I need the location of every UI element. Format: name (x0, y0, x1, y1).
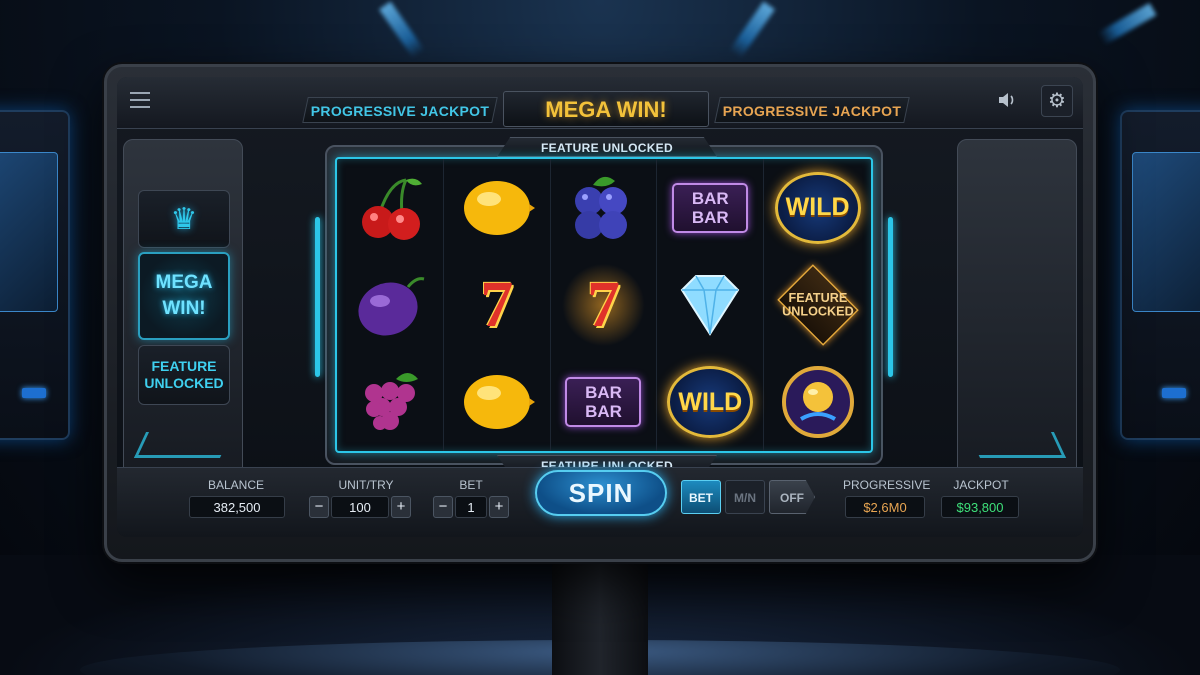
bar-symbol: BAR BAR (565, 377, 642, 428)
plum-icon (358, 277, 425, 336)
monitor-stand-neck (552, 560, 648, 675)
reel-cell: WILD (764, 159, 871, 256)
progressive-jackpot-banner-left: PROGRESSIVE JACKPOT (302, 97, 498, 123)
reel-cell: BAR BAR (657, 159, 765, 257)
jackpot-label: JACKPOT (953, 478, 1009, 492)
reel-cell: 7 (551, 256, 658, 354)
background-slot-machine (1120, 110, 1200, 440)
mega-win-title: MEGA WIN! (503, 91, 709, 127)
seven-symbol: 7 (480, 267, 514, 341)
background-screen (1132, 152, 1200, 312)
bet-label: BET (459, 478, 483, 492)
mega-win-indicator: MEGA WIN! (138, 252, 230, 340)
bet-value: 1 (455, 496, 487, 518)
reel-cell (551, 159, 658, 257)
panel-accent-stripe (133, 432, 233, 458)
bet-decrease-button[interactable]: − (433, 496, 453, 518)
wild-symbol: WILD (774, 171, 861, 244)
manual-toggle-button[interactable]: M/N (725, 480, 765, 514)
off-toggle-button[interactable]: OFF (769, 480, 815, 514)
wild-symbol: WILD (667, 366, 754, 439)
progressive-value: $2,6M0 (845, 496, 925, 518)
balance-value: 382,500 (189, 496, 285, 518)
top-bar: PROGRESSIVE JACKPOT MEGA WIN! PROGRESSIV… (117, 77, 1083, 129)
background-button (1162, 388, 1186, 398)
control-bar: BALANCE 382,500 UNIT/TRY − 100 + BET − 1… (117, 467, 1083, 537)
grapes-icon (364, 373, 418, 431)
bar-text: BAR (585, 402, 622, 422)
menu-icon (130, 92, 150, 94)
diamond-icon (681, 274, 740, 336)
background-screen (0, 152, 58, 312)
lemon-icon (463, 180, 535, 235)
ceiling-light (379, 1, 425, 59)
menu-button[interactable] (127, 87, 153, 113)
volume-button[interactable] (993, 89, 1021, 115)
reel-frame: FEATURE UNLOCKED BAR BAR WILD 7 7 FEATUR… (315, 137, 893, 475)
reel-light-rail-right (888, 217, 893, 377)
progressive-jackpot-banner-right: PROGRESSIVE JACKPOT (714, 97, 910, 123)
casino-scene: PROGRESSIVE JACKPOT MEGA WIN! PROGRESSIV… (0, 0, 1200, 675)
banner-text: PROGRESSIVE JACKPOT (310, 103, 489, 119)
jackpot-value: $93,800 (941, 496, 1019, 518)
unit-try-label: UNIT/TRY (338, 478, 394, 492)
spin-button[interactable]: SPIN (535, 470, 667, 516)
settings-button[interactable]: ⚙ (1041, 85, 1073, 117)
reel-cell (444, 353, 551, 451)
unit-try-value: 100 (331, 496, 389, 518)
gear-icon: ⚙ (1048, 90, 1066, 112)
unit-decrease-button[interactable]: − (309, 496, 329, 518)
reel-cell (764, 354, 871, 451)
bar-text: BAR (691, 188, 729, 208)
game-screen: PROGRESSIVE JACKPOT MEGA WIN! PROGRESSIV… (117, 77, 1083, 537)
cherries-icon (361, 178, 422, 240)
crown-icon: ♛ (170, 203, 198, 236)
left-side-panel: ♛ MEGA WIN! FEATURE UNLOCKED (123, 139, 243, 487)
reel-cell: BAR BAR (551, 353, 658, 451)
reel-cell: WILD (657, 353, 765, 451)
crown-badge: ♛ (138, 190, 230, 248)
menu-icon-line (130, 106, 150, 108)
bar-symbol: BAR BAR (672, 182, 749, 233)
menu-icon-line (130, 99, 150, 101)
background-slot-machine (0, 110, 70, 440)
golden-orb-icon (781, 366, 854, 439)
reel-cell: 7 (444, 256, 551, 354)
reel-cell (337, 159, 444, 257)
balance-label: BALANCE (207, 478, 265, 492)
reel-light-rail-left (315, 217, 320, 377)
feature-unlocked-indicator: FEATURE UNLOCKED (138, 345, 230, 405)
feature-symbol-text: FEATURE UNLOCKED (781, 290, 854, 319)
reel-cell (337, 256, 444, 354)
ceiling-light (729, 1, 775, 59)
reel-cell (337, 353, 444, 451)
lemon-icon (463, 375, 535, 430)
monitor: PROGRESSIVE JACKPOT MEGA WIN! PROGRESSIV… (104, 64, 1096, 562)
banner-text: PROGRESSIVE JACKPOT (722, 103, 901, 119)
ceiling-light (1097, 2, 1157, 46)
right-side-panel (957, 139, 1077, 487)
unit-increase-button[interactable]: + (391, 496, 411, 518)
feature-unlocked-symbol: FEATURE UNLOCKED (776, 264, 859, 346)
reel-cell (444, 159, 551, 257)
feature-unlocked-top-tab: FEATURE UNLOCKED (497, 137, 717, 157)
bet-increase-button[interactable]: + (489, 496, 509, 518)
reel-cell: FEATURE UNLOCKED (764, 256, 871, 353)
bar-text: BAR (691, 207, 729, 227)
seven-symbol-glowing: 7 (586, 267, 620, 341)
bet-toggle-button[interactable]: BET (681, 480, 721, 514)
reel-cell (657, 256, 765, 354)
background-button (22, 388, 46, 398)
reel-grid: BAR BAR WILD 7 7 FEATURE UNLOCKED BAR BA… (335, 157, 873, 453)
panel-accent-stripe (967, 432, 1067, 458)
blueberries-icon (575, 176, 628, 239)
volume-icon (999, 92, 1014, 107)
progressive-label: PROGRESSIVE (843, 478, 931, 492)
bar-text: BAR (585, 383, 622, 403)
